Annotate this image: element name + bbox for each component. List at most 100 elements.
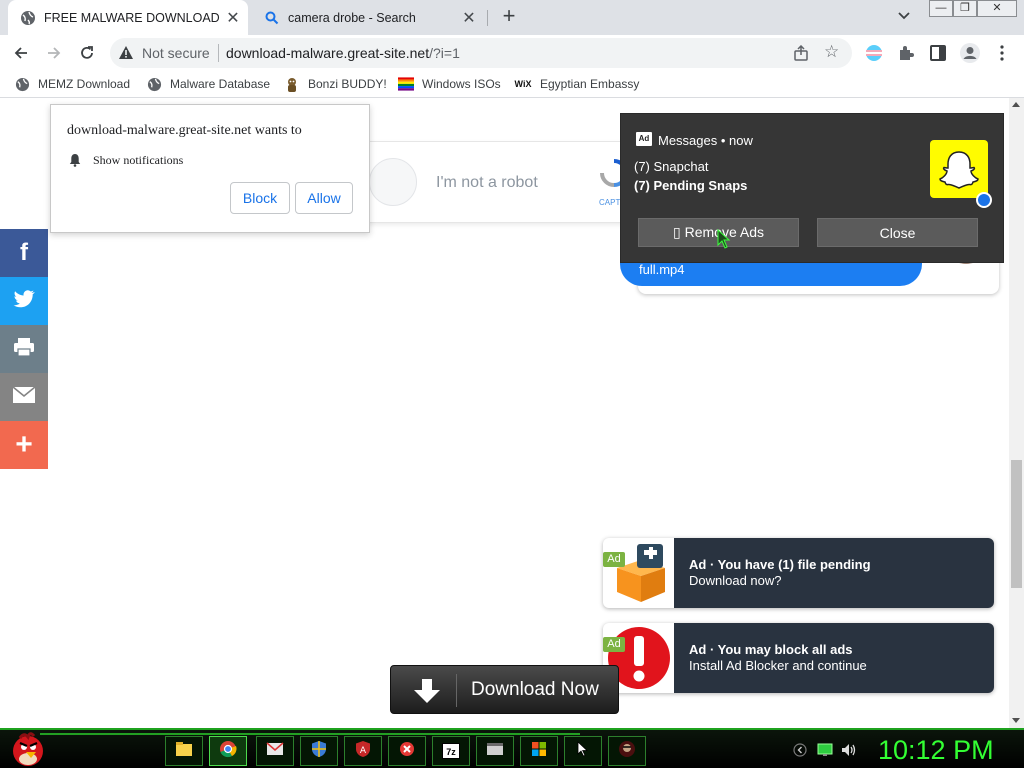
reload-button[interactable] [74,41,100,65]
taskbar-7zip[interactable]: 7z [432,736,470,766]
shield-icon [311,740,327,763]
taskbar-file-explorer[interactable] [165,736,203,766]
block-button[interactable]: Block [230,182,290,214]
ad-card-ad-blocker[interactable]: Ad Ad · You may block all ads Install Ad… [603,623,994,693]
bonzi-icon [284,76,300,92]
url-domain: download-malware.great-site.net [226,45,430,61]
download-arrow-icon [411,678,443,704]
close-window-button[interactable]: ✕ [977,0,1017,17]
side-panel-icon[interactable] [928,43,948,63]
toolbar: Not secure download-malware.great-site.n… [0,35,1024,71]
tab-title: FREE MALWARE DOWNLOAD [44,10,220,25]
search-icon [264,10,280,26]
allow-button[interactable]: Allow [295,182,353,214]
close-button[interactable]: Close [817,218,978,247]
taskbar-clock[interactable]: 10:12 PM [878,735,994,766]
extensions-puzzle-icon[interactable] [896,43,916,63]
scroll-thumb[interactable] [1011,460,1022,588]
cursor-icon [577,740,589,762]
page-scrollbar[interactable] [1009,98,1024,728]
bookmark-windows-isos[interactable]: Windows ISOs [398,75,501,93]
ad-card-file-pending[interactable]: Ad Ad · You have (1) file pending Downlo… [603,538,994,608]
download-now-button[interactable]: Download Now [390,665,619,714]
chrome-icon [219,740,237,763]
taskbar-window[interactable] [476,736,514,766]
address-divider [218,44,219,62]
taskbar-mail[interactable] [256,736,294,766]
security-label[interactable]: Not secure [142,45,210,61]
globe-icon [20,10,36,26]
more-share-button[interactable]: + [0,421,48,469]
facebook-share-button[interactable]: f [0,229,48,277]
popup-line-2: (7) Pending Snaps [634,178,748,193]
scroll-up-arrow-icon[interactable] [1012,102,1020,107]
tab-search-chevron-icon[interactable] [897,8,915,26]
globe-icon [146,76,162,92]
email-icon [12,385,36,409]
network-icon[interactable] [817,742,833,758]
tray-chevron-icon[interactable] [792,742,808,758]
popup-line-1: (7) Snapchat [634,159,709,174]
forward-button[interactable] [41,41,67,65]
email-share-button[interactable] [0,373,48,421]
url-text[interactable]: download-malware.great-site.net/?i=1 [226,45,460,61]
taskbar-cursor-app[interactable] [564,736,602,766]
bookmark-egyptian-embassy[interactable]: WiX Egyptian Embassy [514,75,640,93]
bookmark-label: Bonzi BUDDY! [308,77,387,91]
permission-request: Show notifications [93,153,184,167]
taskbar-antivirus[interactable]: A [344,736,382,766]
rainbow-flag-icon [398,76,414,92]
ad-badge: Ad [603,637,625,652]
snapchat-logo-icon [930,140,988,198]
restore-button[interactable]: ❐ [953,0,977,17]
volume-icon[interactable] [841,742,857,758]
captcha-checkbox[interactable] [369,158,417,206]
bookmark-label: MEMZ Download [38,77,131,91]
address-bar[interactable]: Not secure download-malware.great-site.n… [110,38,852,68]
share-icon[interactable] [793,44,809,61]
close-tab-icon[interactable]: ✕ [224,8,242,28]
button-divider [456,674,457,707]
antivirus-icon: A [355,740,371,763]
minimize-button[interactable]: — [929,0,953,17]
tab-strip: FREE MALWARE DOWNLOAD ✕ camera drobe - S… [0,0,1024,35]
kebab-menu-icon[interactable] [992,43,1012,63]
warning-icon[interactable] [118,45,134,61]
bookmark-star-icon[interactable]: ☆ [824,42,839,62]
close-tab-icon[interactable]: ✕ [460,8,478,28]
taskbar-chrome[interactable] [209,736,247,766]
twitter-icon [13,289,35,313]
url-path: /?i=1 [429,45,460,61]
new-tab-button[interactable]: + [498,5,520,29]
chat-filename: full.mp4 [639,262,685,277]
hacker-icon [618,740,636,763]
bookmark-bonzi-buddy[interactable]: Bonzi BUDDY! [284,75,387,93]
profile-avatar-icon[interactable] [960,43,980,63]
tab-active[interactable]: FREE MALWARE DOWNLOAD ✕ [8,0,248,35]
taskbar-windows-app[interactable] [520,736,558,766]
ad-badge: Ad [603,552,625,567]
scroll-down-arrow-icon[interactable] [1012,718,1020,723]
ad-subtitle: Install Ad Blocker and continue [689,658,867,673]
twitter-share-button[interactable] [0,277,48,325]
taskbar-error-app[interactable] [388,736,426,766]
print-share-button[interactable] [0,325,48,373]
tab-inactive[interactable]: camera drobe - Search ✕ [252,0,484,35]
bookmark-malware-database[interactable]: Malware Database [146,75,270,93]
bookmarks-bar: MEMZ Download Malware Database Bonzi BUD… [0,71,1024,98]
7zip-icon: 7z [442,743,460,759]
profile-flag-icon[interactable] [864,43,884,63]
back-button[interactable] [8,41,34,65]
taskbar-hacker-app[interactable] [608,736,646,766]
wix-icon: WiX [514,79,532,89]
messages-notification-popup: Ad Messages • now (7) Snapchat (7) Pendi… [620,113,1004,263]
print-icon [13,337,35,362]
svg-text:A: A [360,746,367,756]
taskbar: A 7z 10:12 PM [0,728,1024,768]
bookmark-memz[interactable]: MEMZ Download [14,75,130,93]
bookmark-label: Windows ISOs [422,77,501,91]
ad-tag-icon: Ad [636,132,652,146]
taskbar-defender[interactable] [300,736,338,766]
notification-permission-prompt: download-malware.great-site.net wants to… [50,104,370,233]
start-button-angry-bird-icon[interactable] [6,730,48,768]
